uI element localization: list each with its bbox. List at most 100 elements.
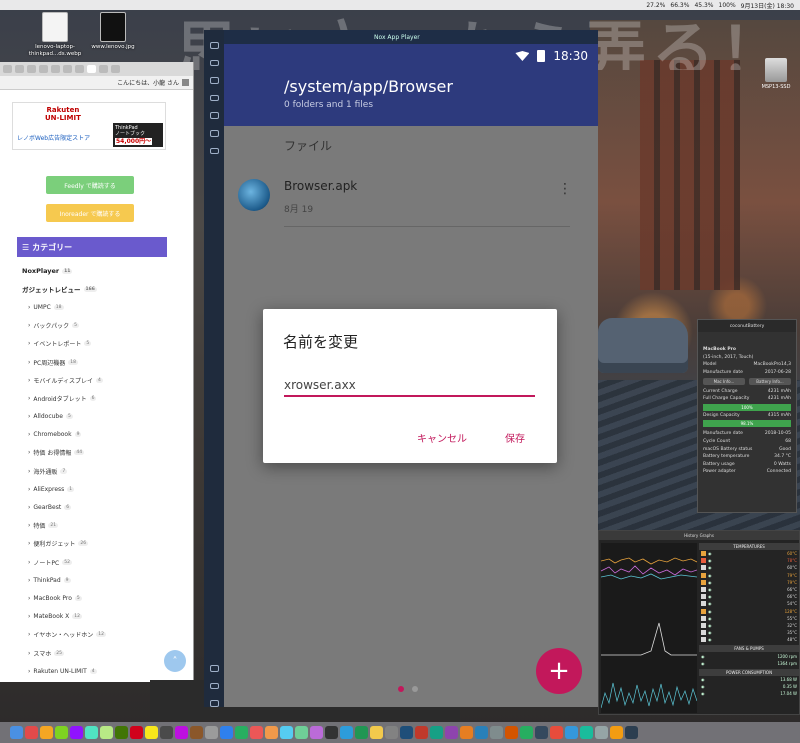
sensor-row[interactable]: ◉ 66°C <box>699 593 799 600</box>
dock-app-icon[interactable] <box>460 726 473 739</box>
checkbox-icon[interactable] <box>701 608 706 614</box>
checkbox-icon[interactable] <box>701 601 706 607</box>
checkbox-icon[interactable] <box>701 622 706 628</box>
filename-input[interactable] <box>284 375 535 397</box>
menubar-clock[interactable]: 9月13日(金) 18:30 <box>741 1 794 10</box>
sensor-row[interactable]: ◉ 32°C <box>699 622 799 629</box>
dock-app-icon[interactable] <box>40 726 53 739</box>
dock-app-icon[interactable] <box>475 726 488 739</box>
sensor-row[interactable]: ◉ 35°C <box>699 629 799 636</box>
sidebar-item-category[interactable]: › UMPC 18 <box>22 298 172 316</box>
browser-tab[interactable] <box>51 65 60 73</box>
location-icon[interactable] <box>209 59 219 67</box>
sidebar-item-category[interactable]: › バックパック 5 <box>22 317 172 335</box>
feedly-subscribe-button[interactable]: Feedly で購読する <box>46 176 134 194</box>
sidebar-item-category[interactable]: › 海外通販 7 <box>22 462 172 480</box>
sidebar-item-category[interactable]: › モバイルディスプレイ 4 <box>22 371 172 389</box>
dock-app-icon[interactable] <box>145 726 158 739</box>
checkbox-icon[interactable] <box>701 587 706 593</box>
dock-app-icon[interactable] <box>550 726 563 739</box>
browser-tab[interactable] <box>99 65 108 73</box>
desktop-file-icon[interactable]: www.lenovo.jpg <box>78 12 148 51</box>
apk-install-icon[interactable] <box>209 147 219 155</box>
add-button[interactable]: + <box>536 648 582 694</box>
menubar-cpu-stat[interactable]: 27.2% <box>646 2 665 9</box>
browser-tab[interactable] <box>63 65 72 73</box>
scroll-to-top-button[interactable]: ˄ <box>164 650 186 672</box>
mac-info-button[interactable]: Mac Info... <box>703 378 745 386</box>
dock-app-icon[interactable] <box>10 726 23 739</box>
sidebar-item-category[interactable]: › イベントレポート 5 <box>22 335 172 353</box>
sensor-row[interactable]: ◉ 54°C <box>699 600 799 607</box>
checkbox-icon[interactable] <box>701 579 706 585</box>
dock-app-icon[interactable] <box>100 726 113 739</box>
dock-app-icon[interactable] <box>265 726 278 739</box>
sidebar-item-category[interactable]: › AliExpress 1 <box>22 480 172 498</box>
dock-app-icon[interactable] <box>415 726 428 739</box>
dock-app-icon[interactable] <box>190 726 203 739</box>
dock-app-icon[interactable] <box>625 726 638 739</box>
checkbox-icon[interactable] <box>701 637 706 643</box>
sensor-row[interactable]: ◉ 60°C <box>699 550 799 557</box>
sensor-row[interactable]: ◉ 79°C <box>699 579 799 586</box>
back-icon[interactable] <box>209 665 219 672</box>
sensor-row[interactable]: ◉ 48°C <box>699 636 799 643</box>
dock-app-icon[interactable] <box>355 726 368 739</box>
volume-up-icon[interactable] <box>209 77 219 84</box>
dock-app-icon[interactable] <box>325 726 338 739</box>
dock-app-icon[interactable] <box>175 726 188 739</box>
browser-tab[interactable] <box>15 65 24 73</box>
dock-app-icon[interactable] <box>310 726 323 739</box>
menubar-disk-stat[interactable]: 45.3% <box>694 2 713 9</box>
sensor-row[interactable]: ◉ 60°C <box>699 564 799 571</box>
sensor-row[interactable]: ◉ 128°C <box>699 608 799 615</box>
dock-app-icon[interactable] <box>250 726 263 739</box>
dock-app-icon[interactable] <box>505 726 518 739</box>
dock-app-icon[interactable] <box>295 726 308 739</box>
dock-app-icon[interactable] <box>340 726 353 739</box>
sensor-row[interactable]: ◉ 66°C <box>699 586 799 593</box>
dock-app-icon[interactable] <box>595 726 608 739</box>
list-item[interactable]: Browser.apk 8月 19 ⋮ <box>224 169 598 227</box>
sensor-row[interactable]: ◉ 0.35 W <box>699 683 799 690</box>
battery-info-button[interactable]: Battery Info... <box>749 378 791 386</box>
sensor-row[interactable]: ◉ 13.68 W <box>699 676 799 683</box>
browser-tab[interactable] <box>39 65 48 73</box>
cancel-button[interactable]: キャンセル <box>417 430 467 445</box>
checkbox-icon[interactable] <box>701 558 706 564</box>
dock-app-icon[interactable] <box>490 726 503 739</box>
sidebar-item-category[interactable]: ガジェットレビュー 166 <box>22 280 172 298</box>
dock-app-icon[interactable] <box>580 726 593 739</box>
volume-down-icon[interactable] <box>209 94 219 102</box>
home-icon[interactable] <box>209 682 219 690</box>
checkbox-icon[interactable] <box>701 615 706 621</box>
dock-app-icon[interactable] <box>160 726 173 739</box>
browser-tab[interactable] <box>111 65 120 73</box>
dock-app-icon[interactable] <box>55 726 68 739</box>
sidebar-item-category[interactable]: NoxPlayer 11 <box>22 262 172 280</box>
sidebar-item-category[interactable]: › MateBook X 12 <box>22 608 172 626</box>
external-disk[interactable]: MSP13-SSD <box>756 58 796 90</box>
dock-app-icon[interactable] <box>400 726 413 739</box>
ad-shop-link[interactable]: レノボWeb広告限定ストア <box>17 133 90 142</box>
sidebar-item-category[interactable]: › スマホ 25 <box>22 644 172 662</box>
sensor-row[interactable]: ◉ 78°C <box>699 557 799 564</box>
keyboard-icon[interactable] <box>209 42 219 49</box>
dock-app-icon[interactable] <box>535 726 548 739</box>
menubar-mem-stat[interactable]: 66.3% <box>670 2 689 9</box>
dock-app-icon[interactable] <box>220 726 233 739</box>
dock-app-icon[interactable] <box>85 726 98 739</box>
dock-app-icon[interactable] <box>115 726 128 739</box>
sidebar-item-category[interactable]: › ThinkPad 9 <box>22 571 172 589</box>
browser-tab[interactable] <box>27 65 36 73</box>
sidebar-item-category[interactable]: › GearBest 6 <box>22 498 172 516</box>
dock-app-icon[interactable] <box>130 726 143 739</box>
checkbox-icon[interactable] <box>701 572 706 578</box>
screenshot-icon[interactable] <box>209 112 219 119</box>
dock-app-icon[interactable] <box>25 726 38 739</box>
sensor-row[interactable]: ◉ 79°C <box>699 572 799 579</box>
dock-app-icon[interactable] <box>445 726 458 739</box>
checkbox-icon[interactable] <box>701 565 706 571</box>
sidebar-item-category[interactable]: › Alldocube 5 <box>22 408 172 426</box>
browser-tab[interactable] <box>75 65 84 73</box>
